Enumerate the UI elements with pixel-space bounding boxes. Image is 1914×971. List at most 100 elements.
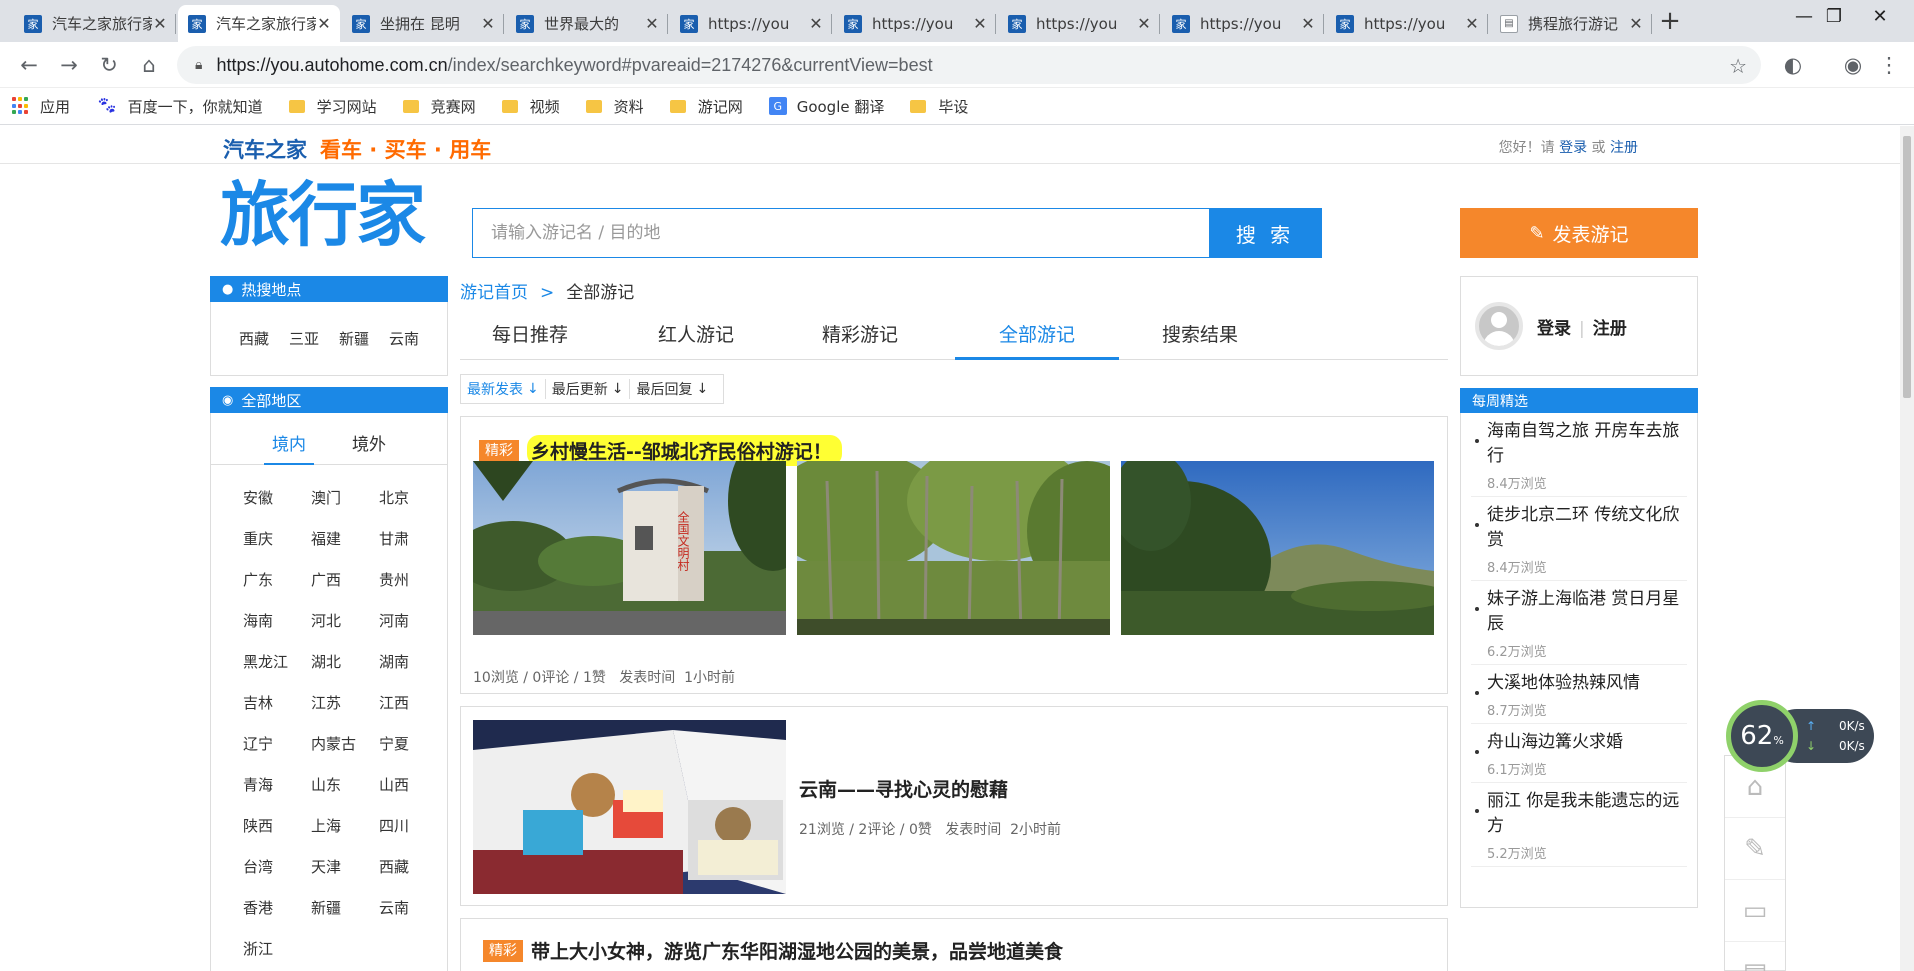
sort-last-updated[interactable]: 最后更新 ↓ xyxy=(546,379,631,399)
region-link[interactable]: 陕西 xyxy=(243,815,311,838)
browser-tab[interactable]: 家 https://you ✕ xyxy=(670,5,832,42)
tab-all-travelogues[interactable]: 全部游记 xyxy=(955,318,1119,360)
close-tab-icon[interactable]: ✕ xyxy=(1464,14,1480,33)
region-link[interactable]: 河南 xyxy=(379,610,447,633)
tab-overseas[interactable]: 境外 xyxy=(344,433,394,465)
close-tab-icon[interactable]: ✕ xyxy=(1628,14,1644,33)
sort-newest[interactable]: 最新发表 ↓ xyxy=(461,379,546,399)
region-link[interactable]: 台湾 xyxy=(243,856,311,879)
hot-place-link[interactable]: 西藏 xyxy=(239,328,269,349)
bookmark-item[interactable]: G Google 翻译 xyxy=(768,96,884,117)
bookmark-item[interactable]: 毕设 xyxy=(910,96,968,117)
address-bar[interactable]: 🔒︎ https://you.autohome.com.cn/index/sea… xyxy=(177,46,1761,84)
close-tab-icon[interactable]: ✕ xyxy=(316,14,332,33)
forward-button[interactable]: → xyxy=(54,50,84,80)
register-link[interactable]: 注册 xyxy=(1593,319,1627,339)
region-link[interactable]: 内蒙古 xyxy=(311,733,379,756)
travelogue-card[interactable]: 精彩 乡村慢生活--邹城北齐民俗村游记！ 全国文明村 10浏览 / 0评论 / … xyxy=(460,416,1448,694)
edit-icon[interactable]: ✎ xyxy=(1725,818,1785,880)
weekly-pick-item[interactable]: 妹子游上海临港 赏日月星辰 6.2万浏览 xyxy=(1471,581,1687,665)
weekly-pick-item[interactable]: 大溪地体验热辣风情 8.7万浏览 xyxy=(1471,665,1687,724)
region-link[interactable]: 贵州 xyxy=(379,569,447,592)
region-link[interactable]: 澳门 xyxy=(311,487,379,510)
hot-place-link[interactable]: 三亚 xyxy=(289,328,319,349)
browser-tab[interactable]: 家 https://you ✕ xyxy=(998,5,1160,42)
weekly-pick-title[interactable]: 妹子游上海临港 赏日月星辰 xyxy=(1487,587,1687,637)
close-tab-icon[interactable]: ✕ xyxy=(152,14,168,33)
travelogue-photo[interactable] xyxy=(797,461,1110,635)
menu-icon[interactable]: ⋮ xyxy=(1874,50,1904,80)
tab-featured[interactable]: 精彩游记 xyxy=(790,318,930,360)
bookmark-item[interactable]: 学习网站 xyxy=(288,96,377,117)
region-link[interactable]: 湖北 xyxy=(311,651,379,674)
tab-domestic[interactable]: 境内 xyxy=(264,433,314,465)
region-link[interactable]: 河北 xyxy=(311,610,379,633)
network-speed-widget[interactable]: ↑ 0K/s ↓ 0K/s 62% xyxy=(1726,700,1876,772)
region-link[interactable]: 吉林 xyxy=(243,692,311,715)
tab-daily-recommend[interactable]: 每日推荐 xyxy=(460,318,600,360)
travelogue-photo[interactable] xyxy=(473,720,786,894)
tab-search-results[interactable]: 搜索结果 xyxy=(1130,318,1270,360)
close-tab-icon[interactable]: ✕ xyxy=(644,14,660,33)
hot-place-link[interactable]: 新疆 xyxy=(339,328,369,349)
region-link[interactable]: 安徽 xyxy=(243,487,311,510)
bookmark-item[interactable]: 游记网 xyxy=(669,96,743,117)
travelogue-title[interactable]: 带上大小女神，游览广东华阳湖湿地公园的美景，品尝地道美食 xyxy=(531,937,1063,964)
region-link[interactable]: 浙江 xyxy=(243,938,311,961)
travelogue-title[interactable]: 云南——寻找心灵的慰藉 xyxy=(799,775,1008,802)
browser-tab[interactable]: 家汽车之家旅行家 ✕ xyxy=(14,5,176,42)
weekly-pick-title[interactable]: 大溪地体验热辣风情 xyxy=(1487,671,1687,696)
search-input[interactable] xyxy=(473,209,1209,257)
restore-button[interactable]: ❐ xyxy=(1814,6,1854,27)
extension-icon[interactable]: ◐ xyxy=(1778,50,1808,80)
weekly-pick-item[interactable]: 海南自驾之旅 开房车去旅行 8.4万浏览 xyxy=(1471,413,1687,497)
site-brand-logo[interactable]: 旅行家 xyxy=(220,180,426,250)
browser-tab[interactable]: ▤ 携程旅行游记 ✕ xyxy=(1490,5,1652,42)
page-scrollbar[interactable] xyxy=(1900,126,1914,971)
travelogue-card[interactable]: 精彩 带上大小女神，游览广东华阳湖湿地公园的美景，品尝地道美食 xyxy=(460,918,1448,971)
region-link[interactable]: 新疆 xyxy=(311,897,379,920)
region-link[interactable]: 北京 xyxy=(379,487,447,510)
home-button[interactable]: ⌂ xyxy=(134,50,164,80)
travelogue-photo[interactable] xyxy=(1121,461,1434,635)
breadcrumb-home-link[interactable]: 游记首页 xyxy=(460,283,528,303)
region-link[interactable]: 辽宁 xyxy=(243,733,311,756)
bookmark-star-icon[interactable]: ☆ xyxy=(1729,54,1747,78)
login-link[interactable]: 登录 xyxy=(1537,319,1571,339)
weekly-pick-item[interactable]: 丽江 你是我未能遗忘的远方 5.2万浏览 xyxy=(1471,783,1687,867)
region-link[interactable]: 青海 xyxy=(243,774,311,797)
region-link[interactable]: 湖南 xyxy=(379,651,447,674)
region-link[interactable]: 天津 xyxy=(311,856,379,879)
close-tab-icon[interactable]: ✕ xyxy=(480,14,496,33)
region-link[interactable]: 广东 xyxy=(243,569,311,592)
region-link[interactable]: 江西 xyxy=(379,692,447,715)
bookmark-item[interactable]: 资料 xyxy=(585,96,644,117)
close-tab-icon[interactable]: ✕ xyxy=(808,14,824,33)
back-button[interactable]: ← xyxy=(14,50,44,80)
region-link[interactable]: 甘肃 xyxy=(379,528,447,551)
browser-tab[interactable]: 家汽车之家旅行家 ✕ xyxy=(178,5,340,42)
browser-tab[interactable]: 家 https://you ✕ xyxy=(1326,5,1488,42)
travelogue-photo[interactable]: 全国文明村 xyxy=(473,461,786,635)
top-login-link[interactable]: 登录 xyxy=(1559,140,1587,156)
weekly-pick-item[interactable]: 舟山海边篝火求婚 6.1万浏览 xyxy=(1471,724,1687,783)
weekly-pick-item[interactable]: 徒步北京二环 传统文化欣赏 8.4万浏览 xyxy=(1471,497,1687,581)
region-link[interactable]: 重庆 xyxy=(243,528,311,551)
browser-tab[interactable]: 家世界最大的 ✕ xyxy=(506,5,668,42)
region-link[interactable]: 上海 xyxy=(311,815,379,838)
weekly-pick-title[interactable]: 舟山海边篝火求婚 xyxy=(1487,730,1687,755)
region-link[interactable]: 云南 xyxy=(379,897,447,920)
region-link[interactable]: 西藏 xyxy=(379,856,447,879)
browser-tab[interactable]: 家坐拥在 昆明 ✕ xyxy=(342,5,504,42)
browser-tab[interactable]: 家 https://you ✕ xyxy=(1162,5,1324,42)
close-tab-icon[interactable]: ✕ xyxy=(972,14,988,33)
tab-influencer[interactable]: 红人游记 xyxy=(626,318,766,360)
hot-place-link[interactable]: 云南 xyxy=(389,328,419,349)
travelogue-card[interactable]: 云南——寻找心灵的慰藉 21浏览 / 2评论 / 0赞 发表时间 2小时前 xyxy=(460,706,1448,906)
browser-tab[interactable]: 家 https://you ✕ xyxy=(834,5,996,42)
close-tab-icon[interactable]: ✕ xyxy=(1136,14,1152,33)
region-link[interactable]: 广西 xyxy=(311,569,379,592)
region-link[interactable]: 福建 xyxy=(311,528,379,551)
new-tab-button[interactable]: + xyxy=(1655,6,1685,36)
search-button[interactable]: 搜 索 xyxy=(1209,209,1321,257)
